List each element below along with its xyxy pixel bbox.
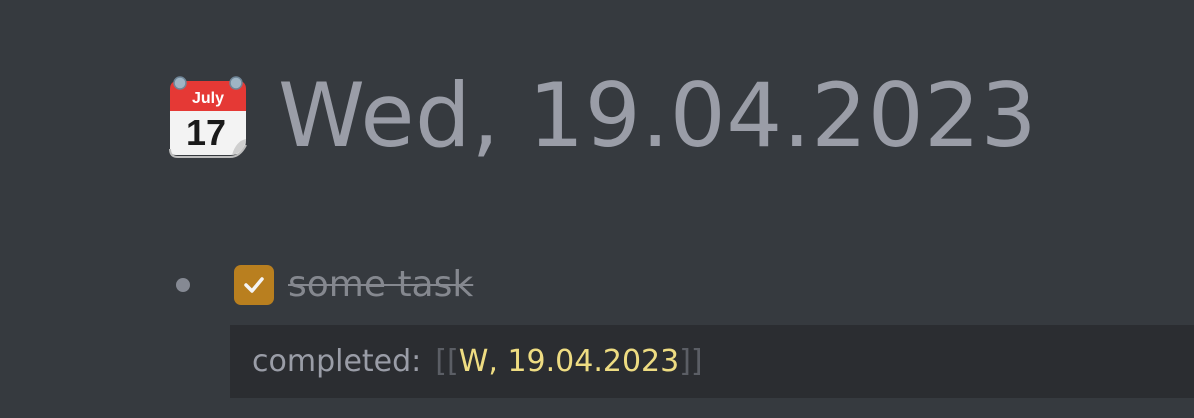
checkmark-icon xyxy=(244,277,264,293)
calendar-icon-day: 17 xyxy=(186,112,226,153)
calendar-icon: July 17 xyxy=(169,76,247,158)
block-bullet[interactable] xyxy=(176,278,190,292)
page-title[interactable]: Wed, 19.04.2023 xyxy=(278,66,1037,166)
task-text[interactable]: some task xyxy=(288,262,473,308)
link-close-bracket: ]] xyxy=(679,344,703,379)
page-header: July 17 Wed, 19.04.2023 xyxy=(166,66,1037,166)
task-block[interactable]: some task xyxy=(176,262,473,308)
property-key: completed: xyxy=(252,344,422,379)
page-link[interactable]: W, 19.04.2023 xyxy=(459,344,680,379)
calendar-icon-month: July xyxy=(192,90,224,107)
task-checkbox[interactable] xyxy=(234,265,274,305)
block-properties: completed: [[ W, 19.04.2023 ]] xyxy=(230,325,1194,398)
link-open-bracket: [[ xyxy=(435,344,459,379)
